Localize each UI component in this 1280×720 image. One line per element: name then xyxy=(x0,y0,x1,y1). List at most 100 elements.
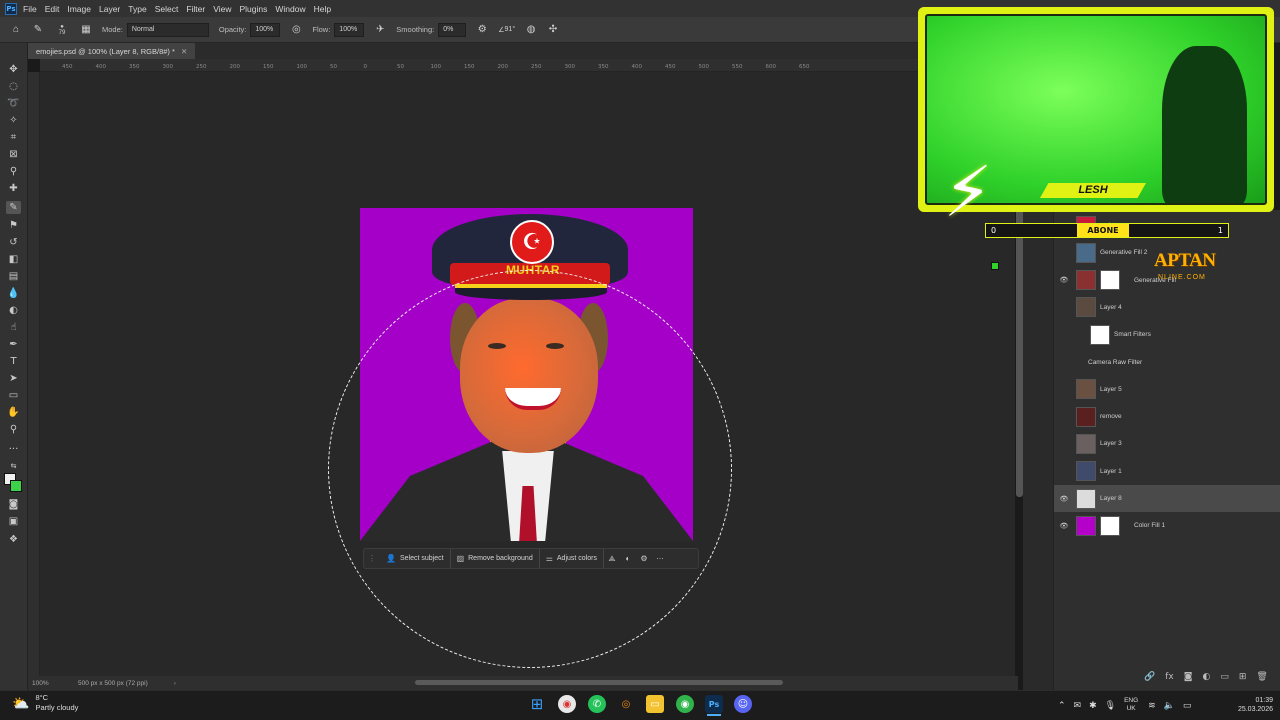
generate-icon[interactable]: ⚙ xyxy=(636,554,652,563)
smudge-tool-icon[interactable]: ☝ xyxy=(6,321,21,334)
menu-window[interactable]: Window xyxy=(275,4,305,14)
menu-view[interactable]: View xyxy=(213,4,231,14)
more-tools-icon[interactable]: ··· xyxy=(6,443,21,456)
magic-wand-tool-icon[interactable]: ✧ xyxy=(6,114,21,127)
zoom-tool-icon[interactable]: ⚲ xyxy=(6,423,21,436)
chevron-up-icon[interactable]: ⌃ xyxy=(1058,700,1066,711)
layer-thumbnail[interactable] xyxy=(1076,379,1096,400)
menu-plugins[interactable]: Plugins xyxy=(239,4,267,14)
pressure-size-icon[interactable]: ◍ xyxy=(525,24,537,36)
brush-tool-icon[interactable]: ✎ xyxy=(6,201,21,214)
layer-row[interactable]: Layer 1 xyxy=(1054,458,1280,485)
move-tool-icon[interactable]: ✥ xyxy=(6,63,21,76)
gear-icon[interactable]: ⚙ xyxy=(476,24,488,36)
windows-start-icon[interactable]: ⊞ xyxy=(528,695,546,713)
generative-icon[interactable]: ❖ xyxy=(6,533,21,546)
eye-icon[interactable]: 👁 xyxy=(1054,276,1074,284)
layer-thumbnail[interactable] xyxy=(1076,461,1096,482)
fx-icon[interactable]: fx xyxy=(1165,672,1174,682)
status-arrow-icon[interactable]: › xyxy=(174,680,176,687)
layer-name[interactable]: Camera Raw Filter xyxy=(1088,359,1142,366)
more-options-icon[interactable]: ··· xyxy=(652,554,668,563)
rectangle-tool-icon[interactable]: ▭ xyxy=(6,389,21,402)
select-subject-button[interactable]: 👤 Select subject xyxy=(380,549,451,568)
menu-type[interactable]: Type xyxy=(128,4,146,14)
swap-colors-icon[interactable]: ⇆ xyxy=(6,459,21,472)
stamp-tool-icon[interactable]: ⚑ xyxy=(6,219,21,232)
layer-name[interactable]: Layer 5 xyxy=(1100,386,1122,393)
layer-row[interactable]: Layer 3 xyxy=(1054,430,1280,457)
new-layer-icon[interactable]: ⊞ xyxy=(1239,672,1247,682)
healing-tool-icon[interactable]: ✚ xyxy=(6,182,21,195)
blender-icon[interactable]: ◎ xyxy=(617,695,635,713)
layer-thumbnail[interactable] xyxy=(1076,433,1096,454)
angle-field[interactable]: ∠ 91° xyxy=(498,24,515,36)
frame-tool-icon[interactable]: ⊠ xyxy=(6,148,21,161)
chrome-icon[interactable]: ◉ xyxy=(558,695,576,713)
layer-name[interactable]: Smart Filters xyxy=(1114,331,1151,338)
layer-row[interactable]: 👁 Color Fill 1 xyxy=(1054,512,1280,539)
document-info[interactable]: 500 px x 500 px (72 ppi) xyxy=(78,680,148,687)
chrome-alt-icon[interactable]: ◉ xyxy=(676,695,694,713)
menu-help[interactable]: Help xyxy=(314,4,331,14)
layer-name[interactable]: Layer 4 xyxy=(1100,304,1122,311)
brush-preset-picker[interactable]: ● 79 xyxy=(54,24,70,36)
file-explorer-icon[interactable]: ▭ xyxy=(646,695,664,713)
layer-mask-thumbnail[interactable] xyxy=(1100,270,1120,291)
canvas-area[interactable]: MUHTAR ☪ ⋮ 👤 Select subject ▨ Remove bac… xyxy=(40,72,1015,676)
volume-icon[interactable]: 🔈 xyxy=(1164,700,1175,711)
menu-file[interactable]: File xyxy=(23,4,37,14)
smoothing-field[interactable]: 0% xyxy=(438,22,467,37)
transform-icon[interactable]: ⟁ xyxy=(604,554,620,564)
lasso-tool-icon[interactable]: ➰ xyxy=(6,97,21,110)
gradient-tool-icon[interactable]: ▤ xyxy=(6,270,21,283)
drag-handle-icon[interactable]: ⋮ xyxy=(364,554,380,563)
layer-row[interactable]: 👁 Layer 8 xyxy=(1054,485,1280,512)
mask-icon[interactable]: ◐ xyxy=(620,554,636,563)
remove-background-button[interactable]: ▨ Remove background xyxy=(451,549,540,568)
zoom-level[interactable]: 100% xyxy=(32,680,78,687)
brush-settings-icon[interactable]: ▦ xyxy=(80,24,92,36)
path-selection-icon[interactable]: ➤ xyxy=(6,372,21,385)
trash-icon[interactable]: 🗑 xyxy=(1256,672,1267,682)
layer-thumbnail[interactable] xyxy=(1090,324,1110,345)
layer-name[interactable]: Layer 3 xyxy=(1100,440,1122,447)
wifi-icon[interactable]: ≋ xyxy=(1148,700,1156,711)
layer-thumbnail[interactable] xyxy=(1076,515,1096,536)
pen-tool-icon[interactable]: ✒ xyxy=(6,338,21,351)
adjustment-layer-icon[interactable]: ◐ xyxy=(1202,672,1210,682)
photoshop-taskbar-icon[interactable]: Ps xyxy=(705,695,723,713)
weather-widget[interactable]: ⛅ 8°C Partly cloudy xyxy=(12,693,78,713)
quick-mask-icon[interactable]: ◙ xyxy=(6,498,21,511)
bluetooth-icon[interactable]: ✱ xyxy=(1089,700,1097,711)
document-tab[interactable]: emojies.psd @ 100% (Layer 8, RGB/8#) * ✕ xyxy=(28,43,196,59)
brush-tool-icon[interactable]: ✎ xyxy=(32,24,44,36)
group-folder-icon[interactable]: ▭ xyxy=(1220,672,1229,682)
layer-mask-thumbnail[interactable] xyxy=(1100,515,1120,536)
layer-name[interactable]: Layer 8 xyxy=(1100,495,1122,502)
blur-tool-icon[interactable]: 💧 xyxy=(6,287,21,300)
add-mask-icon[interactable]: ◙ xyxy=(1184,672,1193,682)
language-indicator[interactable]: ENG UK xyxy=(1124,697,1138,713)
home-icon[interactable]: ⌂ xyxy=(10,24,22,36)
opacity-field[interactable]: 100% xyxy=(250,22,281,37)
layer-name[interactable]: Generative Fill 2 xyxy=(1100,249,1147,256)
menu-filter[interactable]: Filter xyxy=(186,4,205,14)
layer-row[interactable]: remove xyxy=(1054,403,1280,430)
dodge-tool-icon[interactable]: ◐ xyxy=(6,304,21,317)
discord-icon[interactable]: ☺ xyxy=(734,695,752,713)
layer-name[interactable]: Layer 1 xyxy=(1100,468,1122,475)
mode-select[interactable]: Normal xyxy=(126,22,209,37)
layer-row[interactable]: Layer 5 xyxy=(1054,376,1280,403)
link-layers-icon[interactable]: 🔗 xyxy=(1144,672,1155,682)
photoshop-icon[interactable]: Ps xyxy=(5,2,17,15)
history-brush-icon[interactable]: ↺ xyxy=(6,236,21,249)
eye-icon[interactable]: 👁 xyxy=(1054,522,1074,530)
symmetry-icon[interactable]: ✣ xyxy=(547,24,559,36)
marquee-tool-icon[interactable]: ◌ xyxy=(6,80,21,93)
layer-name[interactable]: Color Fill 1 xyxy=(1134,522,1165,529)
layer-thumbnail[interactable] xyxy=(1076,242,1096,263)
horizontal-scrollbar[interactable] xyxy=(415,680,783,685)
clock[interactable]: 01:39 25.03.2026 xyxy=(1238,696,1273,714)
layer-row[interactable]: Camera Raw Filter xyxy=(1054,349,1280,376)
